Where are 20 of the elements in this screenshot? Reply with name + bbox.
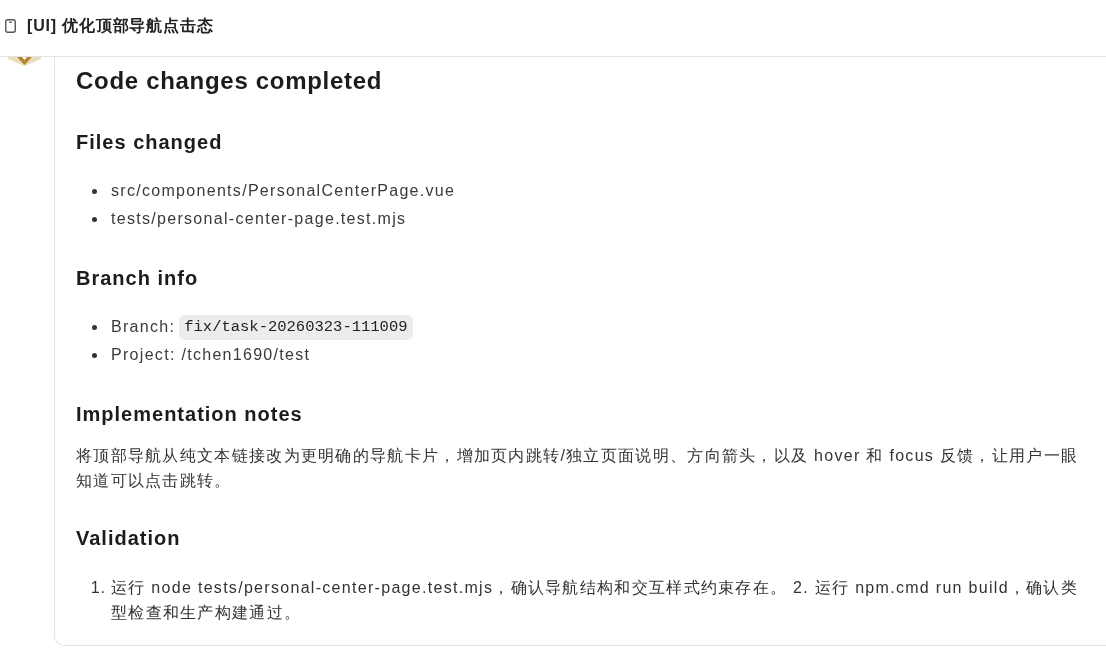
bullet-icon: [92, 188, 97, 194]
list-item-text: tests/personal-center-page.test.mjs: [111, 209, 407, 229]
list-item-text: Project: /tchen1690/test: [111, 345, 311, 365]
list-item-text: src/components/PersonalCenterPage.vue: [111, 181, 456, 201]
emblem-icon: [8, 57, 41, 66]
bullet-icon: [92, 324, 97, 330]
notes-paragraph: 将顶部导航从纯文本链接改为更明确的导航卡片，增加页内跳转/独立页面说明、方向箭头，以及 hover 和 focus 反馈，让用户一眼知道可以点击跳转。: [76, 446, 1080, 491]
list-number: 1.: [89, 578, 107, 598]
message-title: Code changes completed: [76, 66, 384, 96]
bullet-icon: [92, 216, 97, 222]
validation-step: 运行 node tests/personal-center-page.test.mjs，确认导航结构和交互样式约束存在。 2. 运行 npm.cmd run build，确认类型检查和生产构建通过。: [111, 575, 1088, 625]
section-heading: Validation: [76, 526, 182, 551]
section-heading: Files changed: [76, 130, 224, 155]
bullet-icon: [92, 352, 97, 358]
page-title: [UI] 优化顶部导航点击态: [27, 15, 214, 36]
branch-label: Branch:: [111, 317, 176, 337]
section-heading: Branch info: [76, 266, 200, 291]
section-heading: Implementation notes: [76, 402, 304, 427]
mobile-icon: [5, 18, 16, 33]
branch-code: fix/task-20260323-111009: [179, 314, 413, 340]
